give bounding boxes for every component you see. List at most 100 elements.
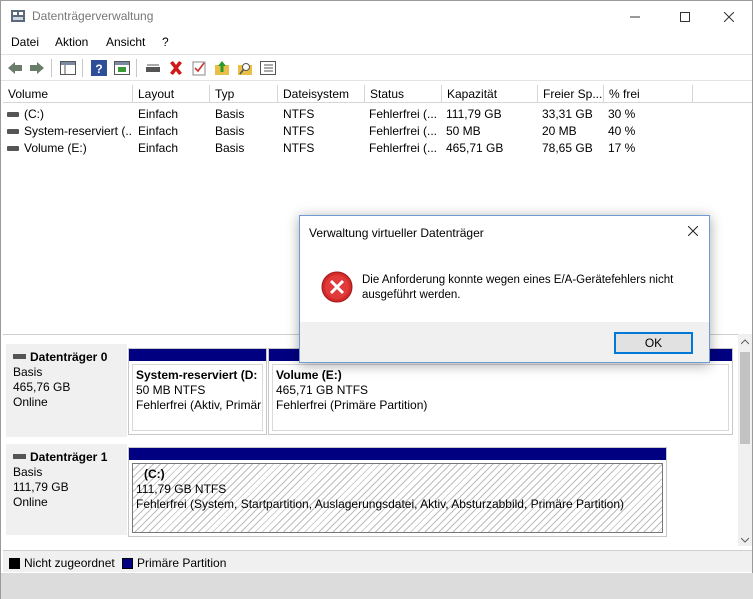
cell-dateisystem: NTFS [283, 107, 315, 121]
cell-dateisystem: NTFS [283, 124, 315, 138]
partition-name: Volume (E:) [276, 368, 342, 382]
column-header-volume[interactable]: Volume [3, 85, 133, 103]
cell-freier-speicher: 33,31 GB [542, 107, 593, 121]
cell-prozent-frei: 17 % [608, 141, 636, 155]
volume-icon [7, 129, 19, 134]
delete-button[interactable] [167, 59, 185, 77]
cell-kapazitaet: 50 MB [446, 124, 481, 138]
disk-1-type: Basis [13, 465, 43, 479]
disk-1-state: Online [13, 495, 48, 509]
checklist-icon [192, 61, 206, 76]
disk-management-app-icon [11, 10, 25, 22]
folder-up-icon [215, 61, 229, 75]
close-icon [724, 11, 734, 22]
legend-swatch-primary [122, 558, 133, 569]
menu-ansicht[interactable]: Ansicht [106, 35, 145, 49]
disk-0-label[interactable]: Datenträger 0 Basis 465,76 GB Online [6, 344, 127, 437]
cell-layout: Einfach [138, 141, 179, 155]
column-header-typ[interactable]: Typ [210, 85, 278, 103]
cell-volume: (C:) [24, 107, 44, 121]
help-button[interactable]: ? [90, 59, 108, 77]
console-tree-icon [60, 61, 76, 75]
cell-typ: Basis [215, 124, 245, 138]
partition-name: System-reserviert (D: [136, 368, 258, 382]
maximize-button[interactable] [662, 1, 708, 32]
disk-graphical-view[interactable]: Datenträger 0 Basis 465,76 GB Online Sys… [3, 334, 738, 546]
cell-dateisystem: NTFS [283, 141, 315, 155]
disk-0-size: 465,76 GB [13, 380, 71, 394]
menu-datei[interactable]: Datei [11, 35, 39, 49]
primary-partition-bar [129, 349, 266, 361]
disk-1-name: Datenträger 1 [13, 450, 127, 465]
dialog-footer: OK [300, 322, 709, 362]
maximize-icon [680, 11, 690, 22]
column-header-dateisystem[interactable]: Dateisystem [278, 85, 365, 103]
close-window-button[interactable] [706, 1, 752, 32]
properties-button[interactable] [190, 59, 208, 77]
toolbar-separator [51, 59, 52, 77]
disk-0-type: Basis [13, 365, 43, 379]
cell-kapazitaet: 465,71 GB [446, 141, 504, 155]
column-header-status[interactable]: Status [365, 85, 442, 103]
toolbar-separator [82, 59, 83, 77]
table-row[interactable]: (C:) Einfach Basis NTFS Fehlerfrei (... … [3, 106, 752, 123]
column-header-layout[interactable]: Layout [133, 85, 210, 103]
volume-icon [7, 146, 19, 151]
primary-partition-bar [129, 448, 666, 460]
cell-volume: Volume (E:) [24, 141, 87, 155]
action-pane-icon [114, 61, 130, 75]
column-header-kapazitaet[interactable]: Kapazität [442, 85, 538, 103]
scroll-up-icon[interactable] [741, 339, 749, 345]
status-bar [1, 573, 753, 599]
forward-button[interactable] [28, 59, 46, 77]
error-dialog: Verwaltung virtueller Datenträger Die An… [299, 215, 710, 363]
refresh-up-button[interactable] [213, 59, 231, 77]
list-settings-icon [260, 61, 276, 75]
settings-list-button[interactable] [259, 59, 277, 77]
arrow-right-icon [30, 62, 44, 74]
help-icon: ? [91, 60, 107, 76]
partition-c[interactable]: (C:) 111,79 GB NTFS Fehlerfrei (System, … [128, 447, 667, 537]
window-title: Datenträgerverwaltung [32, 9, 154, 23]
menu-help[interactable]: ? [162, 35, 169, 49]
table-row[interactable]: Volume (E:) Einfach Basis NTFS Fehlerfre… [3, 140, 752, 157]
cell-freier-speicher: 78,65 GB [542, 141, 593, 155]
connect-virtual-disk-button[interactable] [144, 59, 162, 77]
disk-view-scrollbar[interactable] [738, 334, 752, 546]
delete-x-icon [170, 61, 182, 75]
cell-volume: System-reserviert (... [24, 124, 132, 138]
partition-status: Fehlerfrei (System, Startpartition, Ausl… [136, 497, 624, 511]
cell-freier-speicher: 20 MB [542, 124, 577, 138]
legend: Nicht zugeordnet Primäre Partition [3, 550, 752, 572]
disk-1-label[interactable]: Datenträger 1 Basis 111,79 GB Online [6, 444, 127, 535]
folder-search-icon [238, 63, 252, 75]
scroll-down-icon[interactable] [741, 537, 749, 543]
partition-status: Fehlerfrei (Aktiv, Primär [136, 398, 262, 412]
search-button[interactable] [236, 59, 254, 77]
dialog-close-button[interactable] [677, 216, 709, 246]
column-header-freier-speicher[interactable]: Freier Sp... [538, 85, 604, 103]
disk-1-size: 111,79 GB [13, 480, 69, 494]
svg-text:?: ? [95, 62, 102, 76]
minimize-icon [630, 16, 640, 17]
show-hide-console-tree-button[interactable] [59, 59, 77, 77]
partition-size: 50 MB NTFS [136, 383, 206, 397]
volume-list-header: Volume Layout Typ Dateisystem Status Kap… [3, 85, 752, 103]
toolbar: ? [1, 54, 752, 81]
partition-system-reserved[interactable]: System-reserviert (D: 50 MB NTFS Fehlerf… [128, 348, 267, 435]
minimize-button[interactable] [612, 1, 658, 32]
disk-management-window: Datenträgerverwaltung Datei Aktion Ansic… [0, 0, 753, 599]
table-row[interactable]: System-reserviert (... Einfach Basis NTF… [3, 123, 752, 140]
volume-icon [7, 112, 19, 117]
disk-0-state: Online [13, 395, 48, 409]
title-bar[interactable]: Datenträgerverwaltung [1, 1, 752, 32]
cell-status: Fehlerfrei (... [369, 141, 438, 155]
column-header-prozent-frei[interactable]: % frei [604, 85, 693, 103]
show-hide-action-pane-button[interactable] [113, 59, 131, 77]
back-button[interactable] [6, 59, 24, 77]
partition-status: Fehlerfrei (Primäre Partition) [276, 398, 428, 412]
scrollbar-thumb[interactable] [740, 352, 750, 444]
disk-0-name: Datenträger 0 [13, 350, 127, 365]
menu-aktion[interactable]: Aktion [55, 35, 88, 49]
ok-button[interactable]: OK [614, 332, 693, 354]
